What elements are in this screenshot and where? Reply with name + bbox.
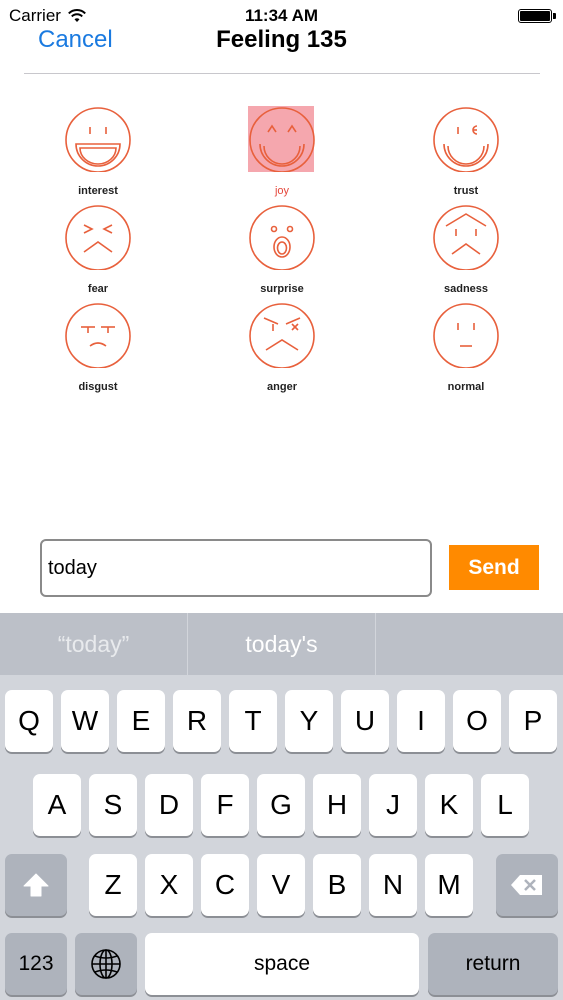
key-a[interactable]: A (33, 774, 81, 836)
emotion-label: surprise (260, 283, 304, 295)
suggestion-bar: “today” today's (0, 613, 563, 675)
surprise-face-icon (249, 205, 315, 271)
emotion-normal[interactable]: normal (396, 296, 536, 393)
message-input[interactable] (40, 539, 432, 597)
clock-time: 11:34 AM (244, 6, 319, 25)
emotion-joy[interactable]: joy (212, 100, 352, 197)
globe-icon (91, 949, 121, 979)
emotion-label: anger (267, 381, 297, 393)
key-e[interactable]: E (117, 690, 165, 752)
key-l[interactable]: L (481, 774, 529, 836)
key-s[interactable]: S (89, 774, 137, 836)
emotion-disgust[interactable]: disgust (28, 296, 168, 393)
key-j[interactable]: J (369, 774, 417, 836)
key-m[interactable]: M (425, 854, 473, 916)
key-k[interactable]: K (425, 774, 473, 836)
emotion-surprise[interactable]: surprise (212, 198, 352, 295)
onscreen-keyboard: “today” today's Q W E R T Y U I O P A S … (0, 613, 563, 1000)
key-b[interactable]: B (313, 854, 361, 916)
key-u[interactable]: U (341, 690, 389, 752)
key-f[interactable]: F (201, 774, 249, 836)
emotion-label: joy (274, 185, 290, 197)
emotion-fear[interactable]: fear (28, 198, 168, 295)
key-t[interactable]: T (229, 690, 277, 752)
key-w[interactable]: W (61, 690, 109, 752)
key-z[interactable]: Z (89, 854, 137, 916)
suggestion-item[interactable]: “today” (0, 613, 188, 675)
key-q[interactable]: Q (5, 690, 53, 752)
emotion-label: trust (453, 185, 479, 197)
key-x[interactable]: X (145, 854, 193, 916)
emotion-label: normal (447, 381, 485, 393)
delete-key[interactable] (496, 854, 558, 916)
fear-face-icon (65, 205, 131, 271)
suggestion-item[interactable] (376, 613, 563, 675)
return-key[interactable]: return (428, 933, 558, 995)
key-n[interactable]: N (369, 854, 417, 916)
key-g[interactable]: G (257, 774, 305, 836)
key-y[interactable]: Y (285, 690, 333, 752)
emotion-trust[interactable]: trust (396, 100, 536, 197)
message-composer: Send (0, 538, 563, 600)
shift-key[interactable] (5, 854, 67, 916)
anger-face-icon (249, 303, 315, 369)
key-c[interactable]: C (201, 854, 249, 916)
emotion-label: disgust (78, 381, 118, 393)
joy-face-icon (249, 107, 315, 173)
key-h[interactable]: H (313, 774, 361, 836)
suggestion-item[interactable]: today's (188, 613, 376, 675)
emotion-label: fear (87, 283, 109, 295)
space-key[interactable]: space (145, 933, 419, 995)
emotion-interest[interactable]: interest (28, 100, 168, 197)
emotion-label: interest (78, 185, 118, 197)
numbers-key[interactable]: 123 (5, 933, 67, 995)
send-button[interactable]: Send (449, 545, 539, 590)
key-o[interactable]: O (453, 690, 501, 752)
navigation-bar: Cancel Feeling 135 (0, 26, 563, 72)
backspace-icon (511, 875, 542, 895)
emotion-label: sadness (443, 283, 489, 295)
emotion-sadness[interactable]: sadness (396, 198, 536, 295)
key-p[interactable]: P (509, 690, 557, 752)
key-v[interactable]: V (257, 854, 305, 916)
normal-face-icon (433, 303, 499, 369)
header-divider (24, 73, 540, 74)
key-i[interactable]: I (397, 690, 445, 752)
disgust-face-icon (65, 303, 131, 369)
emotion-anger[interactable]: anger (212, 296, 352, 393)
shift-arrow-icon (23, 873, 49, 897)
key-d[interactable]: D (145, 774, 193, 836)
trust-face-icon (433, 107, 499, 173)
sadness-face-icon (433, 205, 499, 271)
battery-icon (518, 9, 556, 23)
page-title: Feeling 135 (216, 26, 347, 53)
globe-key[interactable] (75, 933, 137, 995)
interest-face-icon (65, 107, 131, 173)
key-r[interactable]: R (173, 690, 221, 752)
